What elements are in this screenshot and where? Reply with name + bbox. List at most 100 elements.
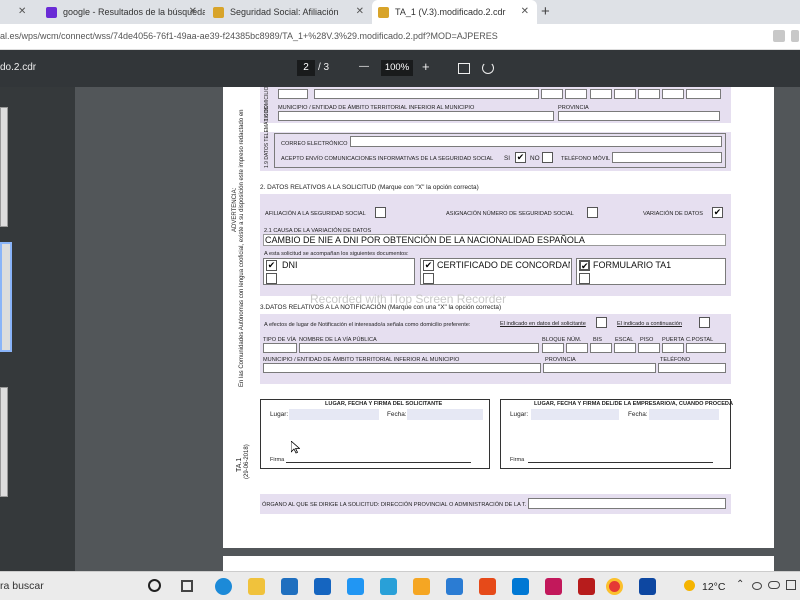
tipo-via-field[interactable]	[263, 343, 297, 353]
network-icon[interactable]	[752, 582, 762, 590]
si-checkbox[interactable]: ✔	[515, 152, 526, 163]
page-thumbnail[interactable]	[0, 387, 8, 497]
field[interactable]	[314, 89, 539, 99]
file-explorer-icon[interactable]	[248, 578, 265, 595]
app-icon[interactable]	[413, 578, 430, 595]
page-thumbnail[interactable]	[0, 242, 12, 352]
field[interactable]	[278, 89, 308, 99]
page-number-input[interactable]: 2	[297, 60, 315, 76]
field[interactable]	[614, 89, 636, 99]
new-tab-icon[interactable]: +	[541, 3, 550, 20]
field[interactable]	[541, 89, 563, 99]
weather-icon[interactable]	[684, 580, 695, 591]
cortana-icon[interactable]	[148, 579, 161, 592]
formulario-checkbox[interactable]: ✔	[579, 260, 590, 271]
fecha-field[interactable]	[649, 409, 719, 420]
tab-pdf[interactable]: TA_1 (V.3).modificado.2.cdr ✕	[372, 0, 537, 24]
causa-field[interactable]: CAMBIO DE NIE A DNI POR OBTENCIÓN DE LA …	[263, 234, 726, 246]
no-checkbox[interactable]	[542, 152, 553, 163]
checkbox[interactable]	[266, 273, 277, 284]
num-field[interactable]	[566, 343, 588, 353]
lugar-field[interactable]	[289, 409, 379, 420]
temperature[interactable]: 12°C	[702, 581, 725, 593]
yahoo-icon	[46, 6, 57, 18]
section-domicilio: 1.8 DOMICILIO MUNICIPIO / ENTIDAD DE ÁMB…	[260, 87, 731, 123]
store-icon[interactable]	[281, 578, 298, 595]
page-thumbnail[interactable]	[0, 107, 8, 227]
cpostal-field[interactable]	[686, 343, 726, 353]
photos-icon[interactable]	[639, 578, 656, 595]
zoom-input[interactable]: 100%	[381, 60, 413, 76]
recorder-icon[interactable]	[578, 578, 595, 595]
search-box[interactable]: ra buscar	[0, 580, 44, 592]
edge-icon[interactable]	[215, 578, 232, 595]
form-date: (29-06-2018)	[244, 444, 250, 479]
bis-field[interactable]	[590, 343, 612, 353]
field-label: ACEPTO ENVÍO COMUNICACIONES INFORMATIVAS…	[281, 156, 494, 162]
mail-icon[interactable]	[314, 578, 331, 595]
zoom-in-button[interactable]: +	[422, 59, 430, 74]
afiliacion-checkbox[interactable]	[375, 207, 386, 218]
document-label: FORMULARIO TA1	[593, 260, 672, 270]
lugar-field[interactable]	[531, 409, 619, 420]
no-label: NO	[530, 155, 540, 162]
variacion-checkbox[interactable]: ✔	[712, 207, 723, 218]
nombre-via-field[interactable]	[299, 343, 539, 353]
app-l-icon[interactable]	[347, 578, 364, 595]
tab-seguridad-social[interactable]: Seguridad Social: Afiliación ✕	[207, 0, 372, 24]
option-label: El indicado a continuación	[617, 321, 682, 327]
app-icon[interactable]	[380, 578, 397, 595]
piso-field[interactable]	[638, 343, 660, 353]
checkbox[interactable]	[579, 273, 590, 284]
tab-google[interactable]: google - Resultados de la búsqueda ✕	[40, 0, 205, 24]
task-view-icon[interactable]	[181, 580, 193, 592]
bloque-field[interactable]	[542, 343, 564, 353]
display-icon[interactable]	[786, 580, 796, 590]
star-icon[interactable]	[791, 30, 799, 42]
chrome-icon[interactable]	[606, 578, 623, 595]
signature-title: LUGAR, FECHA Y FIRMA DEL/DE LA EMPRESARI…	[534, 401, 734, 407]
field[interactable]	[638, 89, 660, 99]
recorder-icon[interactable]	[545, 578, 562, 595]
zoom-out-button[interactable]: —	[359, 61, 369, 72]
organo-field[interactable]	[528, 498, 726, 509]
app-icon[interactable]	[446, 578, 463, 595]
office-icon[interactable]	[479, 578, 496, 595]
dni-checkbox[interactable]: ✔	[266, 260, 277, 271]
telefono-field[interactable]	[658, 363, 726, 373]
fecha-field[interactable]	[407, 409, 483, 420]
field[interactable]	[662, 89, 684, 99]
chevron-up-icon[interactable]: ⌃	[736, 579, 744, 590]
close-icon[interactable]: ✕	[189, 6, 197, 17]
section-telematicos: 1.9 DATOS TELEMÁTICOS CORREO ELECTRÓNICO…	[260, 106, 731, 171]
translate-icon[interactable]	[773, 30, 785, 42]
provincia-field[interactable]	[558, 111, 720, 121]
checkbox[interactable]	[423, 273, 434, 284]
solicitante-checkbox[interactable]	[596, 317, 607, 328]
municipio-field[interactable]	[263, 363, 541, 373]
app-icon[interactable]	[512, 578, 529, 595]
close-icon[interactable]: ✕	[521, 6, 529, 17]
fit-page-icon[interactable]	[458, 63, 470, 74]
escal-field[interactable]	[614, 343, 636, 353]
movil-field[interactable]	[612, 152, 722, 163]
pdf-page: En las Comunidades Autónomas con lengua …	[223, 87, 774, 548]
close-icon[interactable]: ✕	[18, 6, 26, 17]
address-bar[interactable]: al.es/wps/wcm/connect/wss/74de4056-76f1-…	[0, 24, 800, 50]
onedrive-icon[interactable]	[768, 581, 780, 589]
email-field[interactable]	[350, 136, 722, 147]
taskbar: ra buscar 12°C ⌃	[0, 571, 800, 600]
puerta-field[interactable]	[662, 343, 684, 353]
field[interactable]	[686, 89, 721, 99]
rotate-icon[interactable]	[482, 62, 494, 74]
field[interactable]	[565, 89, 587, 99]
page-total: / 3	[318, 62, 330, 73]
municipio-field[interactable]	[278, 111, 554, 121]
provincia-field[interactable]	[543, 363, 656, 373]
asignacion-checkbox[interactable]	[587, 207, 598, 218]
close-icon[interactable]: ✕	[356, 6, 364, 17]
certificado-checkbox[interactable]: ✔	[423, 260, 434, 271]
field[interactable]	[590, 89, 612, 99]
continuacion-checkbox[interactable]	[699, 317, 710, 328]
url-text[interactable]: al.es/wps/wcm/connect/wss/74de4056-76f1-…	[0, 31, 498, 41]
